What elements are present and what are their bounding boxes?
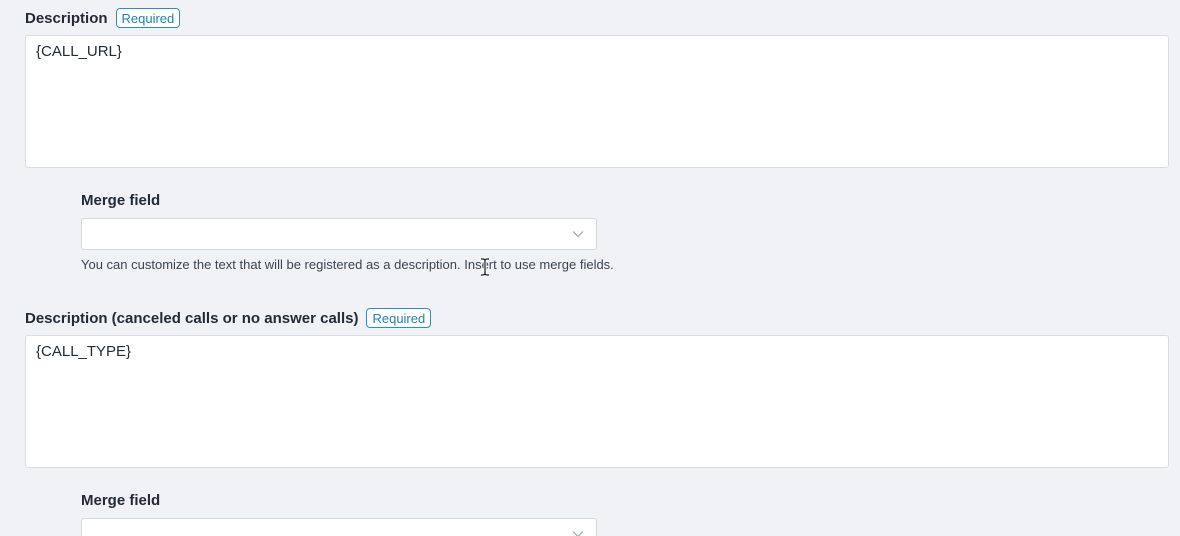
required-badge: Required — [366, 308, 432, 328]
merge-field-select[interactable] — [81, 218, 597, 250]
description-textarea[interactable]: {CALL_URL} — [25, 35, 1169, 168]
description-canceled-textarea[interactable]: {CALL_TYPE} — [25, 335, 1169, 468]
chevron-down-icon — [572, 231, 584, 238]
description-label: Description — [25, 9, 108, 27]
form-page: Description Required {CALL_URL} Merge fi… — [0, 0, 1180, 536]
chevron-down-icon — [572, 531, 584, 536]
merge-field-help-text: You can customize the text that will be … — [81, 257, 614, 272]
description-canceled-label: Description (canceled calls or no answer… — [25, 309, 359, 327]
description-canceled-label-row: Description (canceled calls or no answer… — [25, 307, 432, 329]
merge-field-label: Merge field — [81, 192, 161, 209]
text-cursor-icon — [481, 257, 489, 277]
description-label-row: Description Required — [25, 7, 181, 29]
merge-field-select[interactable] — [81, 518, 597, 536]
merge-field-label: Merge field — [81, 492, 161, 509]
required-badge: Required — [115, 8, 181, 28]
